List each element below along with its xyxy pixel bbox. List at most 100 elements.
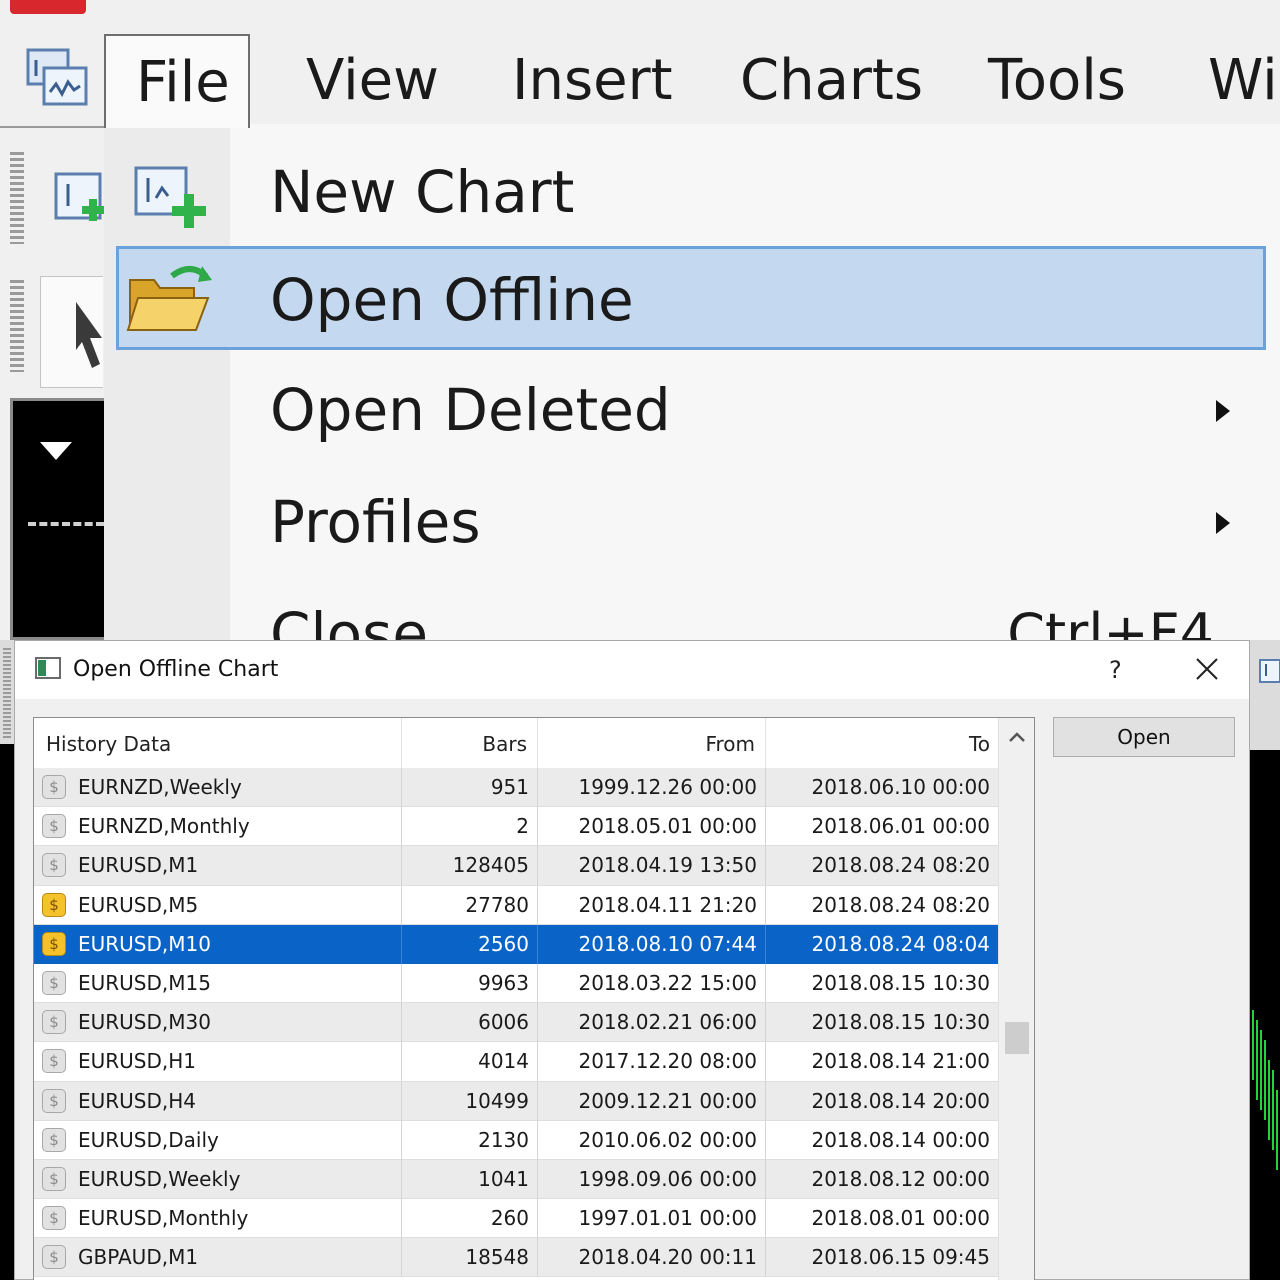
currency-dollar-icon xyxy=(42,1088,66,1113)
menu-item-open-offline[interactable]: Open Offline xyxy=(230,252,1270,348)
menu-charts[interactable]: Charts xyxy=(740,34,923,126)
cell-from: 1999.12.26 00:00 xyxy=(538,768,766,807)
cell-bars: 2 xyxy=(402,807,538,847)
chart-candles xyxy=(1252,1010,1278,1170)
menu-window[interactable]: Wi xyxy=(1208,34,1278,126)
cell-history-data: EURUSD,H1 xyxy=(34,1042,402,1082)
new-chart-toolbar-icon[interactable] xyxy=(52,166,104,236)
dialog-title: Open Offline Chart xyxy=(73,657,279,682)
menu-file[interactable]: File xyxy=(104,34,250,128)
help-button[interactable]: ? xyxy=(1109,641,1122,699)
column-header-bars[interactable]: Bars xyxy=(402,718,538,768)
table-row[interactable]: EURUSD,M5277802018.04.11 21:20 2018.08.24… xyxy=(34,885,998,925)
history-data-list[interactable]: History Data Bars From To EURNZD,Weekly9… xyxy=(33,717,1035,1280)
menu-item-profiles[interactable]: Profiles xyxy=(230,474,1270,570)
submenu-arrow-icon xyxy=(1216,512,1230,534)
list-header: History Data Bars From To xyxy=(34,718,998,768)
cell-to: 2018.06.10 00:00 xyxy=(811,775,990,799)
column-header-history-data[interactable]: History Data xyxy=(34,718,402,768)
background-chart xyxy=(0,744,14,1280)
cell-from: 1998.09.06 00:00 xyxy=(538,1159,766,1199)
cell-bars: 10499 xyxy=(402,1081,538,1121)
menu-item-label: Open Offline xyxy=(270,266,634,334)
dialog-titlebar[interactable]: Open Offline Chart ? xyxy=(15,641,1249,699)
close-icon[interactable] xyxy=(1195,657,1219,681)
cell-to: 2018.06.01 00:00 xyxy=(811,814,990,839)
table-row[interactable]: EURNZD,Weekly9511999.12.26 00:00 2018.06.… xyxy=(34,768,998,808)
mt4-menu-screenshot: File View Insert Charts Tools Wi New Cha… xyxy=(0,0,1280,640)
cell-to: 2018.08.14 21:00 xyxy=(811,1049,990,1074)
open-button[interactable]: Open xyxy=(1053,717,1235,757)
currency-dollar-icon xyxy=(42,892,66,917)
cell-from: 2018.04.19 13:50 xyxy=(538,846,766,886)
currency-dollar-icon xyxy=(42,814,66,839)
cell-history-data: EURUSD,Daily xyxy=(34,1120,402,1160)
new-chart-toolbar-icon xyxy=(1259,659,1280,683)
table-row[interactable]: EURNZD,Monthly22018.05.01 00:00 2018.06.0… xyxy=(34,807,998,847)
currency-dollar-icon xyxy=(42,1127,66,1152)
table-row[interactable]: EURUSD,Monthly2601997.01.01 00:00 2018.08… xyxy=(34,1199,998,1239)
toolbar-grip[interactable] xyxy=(10,280,24,372)
cell-history-data: EURNZD,Monthly xyxy=(34,807,402,847)
table-row[interactable]: EURUSD,Weekly10411998.09.06 00:00 2018.08… xyxy=(34,1159,998,1200)
table-row[interactable]: EURUSD,H4104992009.12.21 00:00 2018.08.14… xyxy=(34,1081,998,1121)
currency-dollar-icon xyxy=(42,1245,66,1270)
cell-bars: 1041 xyxy=(402,1159,538,1199)
cell-from: 2010.06.02 00:00 xyxy=(538,1120,766,1160)
cell-from: 1997.01.01 00:00 xyxy=(538,1199,766,1239)
cell-to: 2018.08.15 10:30 xyxy=(811,970,990,995)
cell-history-data: EURUSD,M5 xyxy=(34,885,402,925)
cell-bars: 951 xyxy=(402,768,538,807)
cell-to: 2018.08.12 00:00 xyxy=(811,1166,990,1191)
table-row[interactable]: EURUSD,M3060062018.02.21 06:00 2018.08.15… xyxy=(34,1003,998,1043)
currency-dollar-icon xyxy=(42,1010,66,1035)
cell-bars: 27780 xyxy=(402,885,538,925)
menu-view[interactable]: View xyxy=(306,34,439,126)
scrollbar-thumb[interactable] xyxy=(1005,1022,1029,1054)
cell-from: 2018.02.21 06:00 xyxy=(538,1003,766,1043)
title-accent-strip xyxy=(10,0,86,14)
cell-from: 2018.08.10 07:44 xyxy=(538,924,766,964)
chevron-up-icon[interactable] xyxy=(1007,730,1027,744)
cell-to: 2018.08.24 08:20 xyxy=(811,853,990,878)
cell-bars: 260 xyxy=(402,1199,538,1239)
cell-history-data: EURUSD,Monthly xyxy=(34,1199,402,1239)
menu-item-label: Open Deleted xyxy=(270,376,671,444)
table-row[interactable]: EURUSD,M1025602018.08.10 07:44 2018.08.24… xyxy=(34,924,998,964)
open-offline-chart-dialog: Open Offline Chart ? History Data Bars F… xyxy=(14,640,1250,1280)
cell-bars: 2560 xyxy=(402,924,538,964)
cell-bars: 128405 xyxy=(402,846,538,886)
table-row[interactable]: EURUSD,M11284052018.04.19 13:50 2018.08.2… xyxy=(34,846,998,886)
menu-item-new-chart[interactable]: New Chart xyxy=(230,144,1270,240)
toolbar-grip[interactable] xyxy=(10,152,24,244)
chart-triangle-down-icon xyxy=(40,442,72,460)
currency-dollar-icon xyxy=(42,1049,66,1074)
cell-to: 2018.08.01 00:00 xyxy=(811,1206,990,1231)
new-chart-icon xyxy=(134,166,206,228)
currency-dollar-icon xyxy=(42,853,66,878)
menu-insert[interactable]: Insert xyxy=(512,34,673,126)
currency-dollar-icon xyxy=(42,1206,66,1231)
menu-tools[interactable]: Tools xyxy=(988,34,1126,126)
column-header-from[interactable]: From xyxy=(538,718,766,768)
table-row[interactable]: EURUSD,M1599632018.03.22 15:00 2018.08.15… xyxy=(34,963,998,1004)
cell-to: 2018.08.24 08:20 xyxy=(811,892,990,917)
menu-item-shortcut: Ctrl+F4 xyxy=(1007,602,1214,640)
column-header-to[interactable]: To xyxy=(766,718,998,768)
submenu-arrow-icon xyxy=(1216,400,1230,422)
chart-area[interactable] xyxy=(10,398,104,640)
table-row[interactable]: EURUSD,H140142017.12.20 08:00 2018.08.14 … xyxy=(34,1042,998,1082)
chart-window-icon xyxy=(26,48,88,106)
cell-history-data: EURUSD,H4 xyxy=(34,1081,402,1121)
cell-from: 2017.12.20 08:00 xyxy=(538,1042,766,1082)
table-row[interactable]: GBPAUD,M1185482018.04.20 00:11 2018.06.15… xyxy=(34,1238,998,1278)
cell-to: 2018.08.14 00:00 xyxy=(811,1127,990,1152)
table-row[interactable]: EURUSD,Daily21302010.06.02 00:00 2018.08.… xyxy=(34,1120,998,1160)
cell-from: 2018.05.01 00:00 xyxy=(538,807,766,847)
vertical-scrollbar[interactable] xyxy=(998,718,1034,1280)
list-rows: EURNZD,Weekly9511999.12.26 00:00 2018.06.… xyxy=(34,768,998,1278)
cell-to: 2018.06.15 09:45 xyxy=(811,1245,990,1270)
menu-item-close[interactable]: Close Ctrl+F4 xyxy=(230,586,1270,640)
menu-item-open-deleted[interactable]: Open Deleted xyxy=(230,362,1270,458)
open-folder-icon xyxy=(126,266,212,331)
